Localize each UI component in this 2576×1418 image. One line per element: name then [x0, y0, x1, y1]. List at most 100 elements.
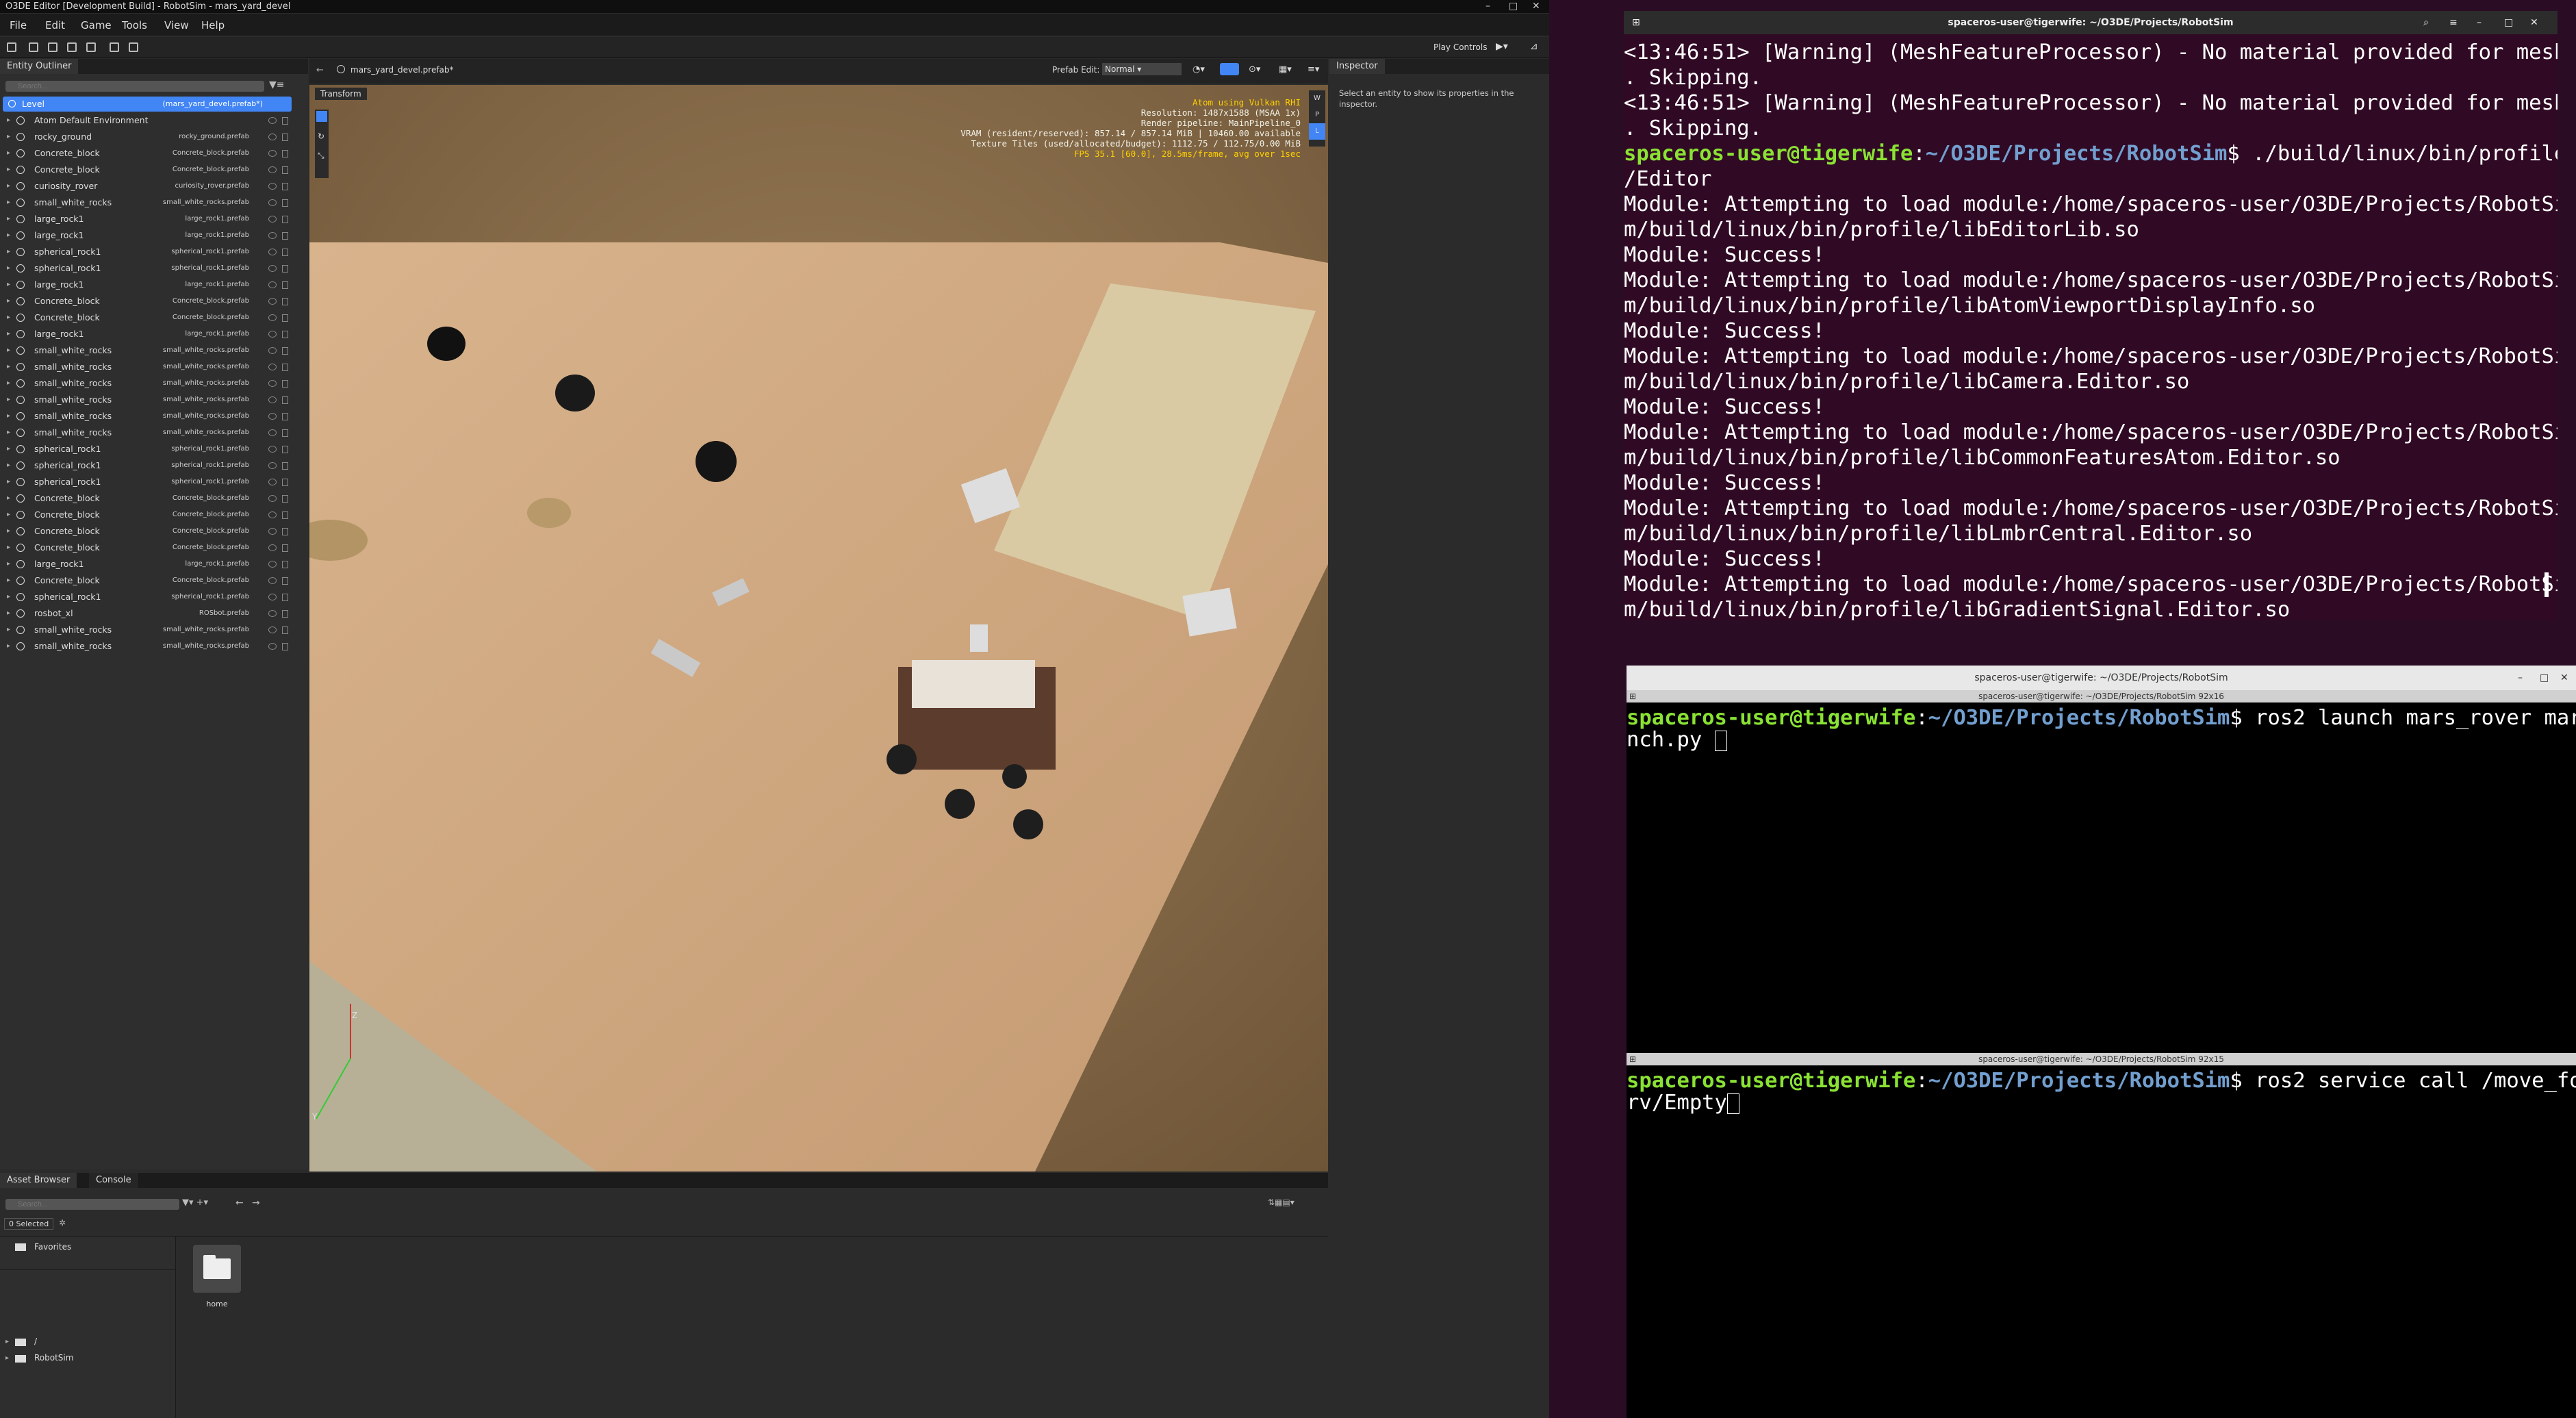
- entity-row[interactable]: ▸ spherical_rock1 spherical_rock1.prefab: [3, 244, 290, 259]
- pane1-output[interactable]: spaceros-user@tigerwife:~/O3DE/Projects/…: [1627, 702, 2576, 1034]
- entity-row[interactable]: ▸ Concrete_block Concrete_block.prefab: [3, 507, 290, 522]
- maximize-icon[interactable]: □: [1509, 0, 1518, 13]
- expand-icon[interactable]: ▸: [7, 409, 10, 424]
- pane-icon[interactable]: ⊞: [1629, 690, 1636, 702]
- new-level-icon[interactable]: [7, 42, 16, 52]
- lock-icon[interactable]: [282, 249, 288, 256]
- visibility-icon[interactable]: [268, 479, 277, 485]
- menu-file[interactable]: File: [10, 19, 27, 31]
- expand-icon[interactable]: ▸: [7, 639, 10, 654]
- search-icon[interactable]: ⌕: [2423, 11, 2429, 34]
- lock-icon[interactable]: [282, 413, 288, 420]
- lock-icon[interactable]: [282, 183, 288, 190]
- back-arrow-icon[interactable]: ←: [316, 65, 324, 75]
- lock-icon[interactable]: [282, 364, 288, 371]
- pane2-output[interactable]: spaceros-user@tigerwife:~/O3DE/Projects/…: [1627, 1065, 2576, 1418]
- visibility-icon[interactable]: [268, 577, 277, 584]
- lock-icon[interactable]: [282, 495, 288, 503]
- visibility-icon[interactable]: [268, 561, 277, 568]
- entity-row[interactable]: ▸ small_white_rocks small_white_rocks.pref…: [3, 195, 290, 210]
- expand-icon[interactable]: ▸: [7, 606, 10, 621]
- entity-row[interactable]: ▸ large_rock1 large_rock1.prefab: [3, 557, 290, 572]
- entity-row[interactable]: ▸ rocky_ground rocky_ground.prefab: [3, 129, 290, 144]
- entity-row[interactable]: ▸ Atom Default Environment: [3, 113, 290, 128]
- lock-icon[interactable]: [282, 561, 288, 568]
- viewport-menu-icon[interactable]: ≡▾: [1308, 64, 1319, 75]
- outliner-tab[interactable]: Entity Outliner: [0, 59, 79, 74]
- maximize-icon[interactable]: □: [2504, 11, 2513, 34]
- settings-icon[interactable]: ✲: [59, 1218, 66, 1228]
- move-tool-icon[interactable]: [316, 111, 327, 122]
- visibility-icon[interactable]: [268, 281, 277, 288]
- visibility-icon[interactable]: [268, 544, 277, 551]
- visibility-icon[interactable]: [268, 610, 277, 617]
- view-mode-icon[interactable]: ⇅▦▤▾: [1268, 1198, 1295, 1207]
- entity-row[interactable]: ▸ spherical_rock1 spherical_rock1.prefab: [3, 261, 290, 276]
- entity-row[interactable]: ▸ Concrete_block Concrete_block.prefab: [3, 524, 290, 539]
- lock-icon[interactable]: [282, 347, 288, 355]
- expand-icon[interactable]: ▸: [7, 129, 10, 144]
- nav-forward-icon[interactable]: →: [252, 1198, 260, 1208]
- expand-icon[interactable]: ▸: [7, 442, 10, 457]
- entity-row[interactable]: ▸ large_rock1 large_rock1.prefab: [3, 228, 290, 243]
- expand-icon[interactable]: ▸: [7, 507, 10, 522]
- entity-row[interactable]: ▸ Concrete_block Concrete_block.prefab: [3, 540, 290, 555]
- asset-search-input[interactable]: [5, 1199, 179, 1210]
- expand-icon[interactable]: ▸: [7, 162, 10, 177]
- terrain-icon[interactable]: [110, 42, 119, 52]
- filter-icon[interactable]: ▼≡: [269, 79, 285, 90]
- lock-icon[interactable]: [282, 314, 288, 322]
- lock-icon[interactable]: [282, 232, 288, 240]
- entity-row[interactable]: ▸ Concrete_block Concrete_block.prefab: [3, 146, 290, 161]
- visibility-icon[interactable]: [268, 249, 277, 255]
- expand-icon[interactable]: ▸: [5, 1354, 9, 1362]
- expand-icon[interactable]: ▸: [7, 524, 10, 539]
- rotate-tool-icon[interactable]: ↻: [318, 131, 324, 141]
- expand-icon[interactable]: ▸: [7, 491, 10, 506]
- entity-row[interactable]: ▸ small_white_rocks small_white_rocks.pref…: [3, 343, 290, 358]
- asset-filter-icon[interactable]: ▼▾ +▾: [182, 1198, 208, 1208]
- outliner-search-input[interactable]: [5, 81, 264, 92]
- lock-icon[interactable]: [282, 511, 288, 519]
- camera-icon[interactable]: [129, 42, 138, 52]
- layout-icon[interactable]: ▦▾: [1279, 64, 1292, 75]
- entity-row[interactable]: ▸ small_white_rocks small_white_rocks.pref…: [3, 409, 290, 424]
- expand-icon[interactable]: ▸: [7, 261, 10, 276]
- entity-row[interactable]: ▸ large_rock1 large_rock1.prefab: [3, 327, 290, 342]
- menu-view[interactable]: View: [164, 19, 189, 31]
- lock-icon[interactable]: [282, 199, 288, 207]
- expand-icon[interactable]: ▸: [7, 343, 10, 358]
- visibility-icon[interactable]: [268, 380, 277, 387]
- minimize-icon[interactable]: –: [2518, 666, 2523, 690]
- parent-space-button[interactable]: P: [1309, 107, 1325, 123]
- terminal-output[interactable]: <13:46:51> [Warning] (MeshFeatureProcess…: [1624, 36, 2558, 620]
- expand-icon[interactable]: ▸: [7, 540, 10, 555]
- grid-icon[interactable]: [86, 42, 96, 52]
- visibility-icon[interactable]: [268, 183, 277, 190]
- menu-help[interactable]: Help: [201, 19, 225, 31]
- expand-icon[interactable]: ▸: [7, 392, 10, 407]
- lock-icon[interactable]: [282, 166, 288, 174]
- visibility-icon[interactable]: [268, 429, 277, 436]
- prefab-edit-select[interactable]: Normal ▾: [1102, 63, 1182, 75]
- expand-icon[interactable]: ▸: [7, 425, 10, 440]
- home-folder-tile[interactable]: home: [185, 1238, 249, 1317]
- lock-icon[interactable]: [282, 396, 288, 404]
- expand-icon[interactable]: ▸: [7, 294, 10, 309]
- viewport[interactable]: Transform ↻ ⤡ W P L Atom using Vulkan RH…: [309, 85, 1328, 1172]
- entity-row[interactable]: ▸ Concrete_block Concrete_block.prefab: [3, 294, 290, 309]
- lock-icon[interactable]: [282, 594, 288, 601]
- expand-icon[interactable]: ▸: [7, 376, 10, 391]
- expand-icon[interactable]: ▸: [7, 458, 10, 473]
- visibility-icon[interactable]: [268, 462, 277, 469]
- lock-icon[interactable]: [282, 577, 288, 585]
- entity-row[interactable]: ▸ small_white_rocks small_white_rocks.pref…: [3, 392, 290, 407]
- entity-row[interactable]: ▸ large_rock1 large_rock1.prefab: [3, 212, 290, 227]
- menu-edit[interactable]: Edit: [45, 19, 65, 31]
- lock-icon[interactable]: [282, 429, 288, 437]
- visibility-icon[interactable]: [268, 364, 277, 370]
- menu-game[interactable]: Game: [81, 19, 112, 31]
- entity-row[interactable]: ▸ Concrete_block Concrete_block.prefab: [3, 310, 290, 325]
- inspector-tab[interactable]: Inspector: [1329, 59, 1385, 74]
- expand-icon[interactable]: ▸: [7, 179, 10, 194]
